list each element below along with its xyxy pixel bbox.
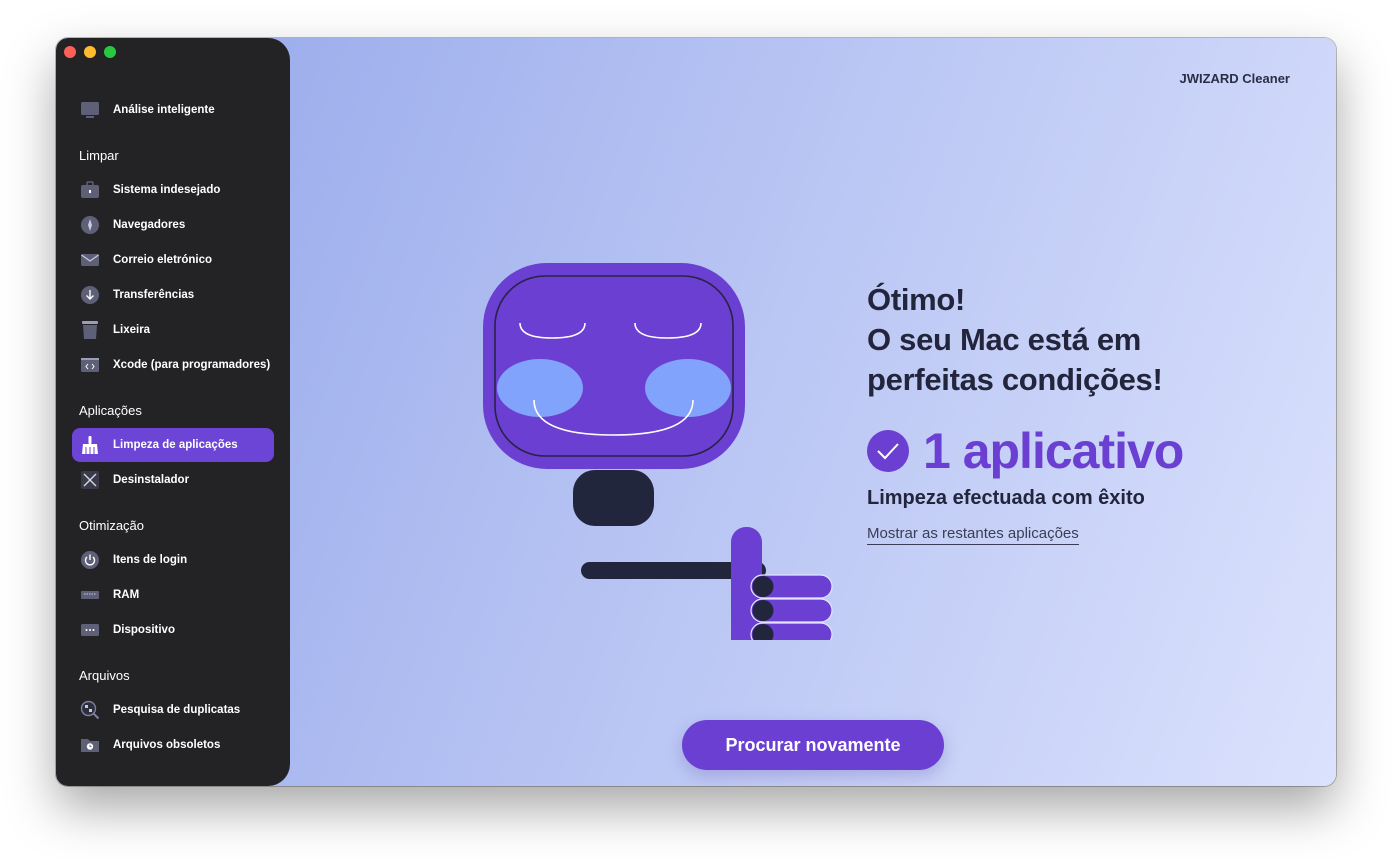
sidebar-item-label: Limpeza de aplicações bbox=[113, 439, 238, 451]
sidebar-item-label: Sistema indesejado bbox=[113, 184, 221, 196]
check-circle-icon bbox=[867, 430, 909, 472]
sidebar-item-system-junk[interactable]: Sistema indesejado bbox=[72, 173, 274, 207]
monitor-icon bbox=[79, 99, 101, 121]
sidebar-item-label: RAM bbox=[113, 589, 140, 601]
old-folder-icon bbox=[79, 734, 101, 756]
sidebar-item-app-cleanup[interactable]: Limpeza de aplicações bbox=[72, 428, 274, 462]
ram-icon bbox=[79, 584, 101, 606]
briefcase-icon bbox=[79, 179, 101, 201]
code-icon bbox=[79, 354, 101, 376]
sidebar-item-mail[interactable]: Correio eletrónico bbox=[72, 243, 274, 277]
section-title-clean: Limpar bbox=[79, 148, 119, 163]
sidebar-item-label: Xcode (para programadores) bbox=[113, 359, 271, 371]
sidebar-item-old-files[interactable]: Arquivos obsoletos bbox=[72, 728, 274, 762]
close-window-button[interactable] bbox=[64, 46, 76, 58]
sidebar-item-uninstaller[interactable]: Desinstalador bbox=[72, 463, 274, 497]
sidebar-item-login-items[interactable]: Itens de login bbox=[72, 543, 274, 577]
sidebar-item-label: Dispositivo bbox=[113, 624, 175, 636]
show-remaining-apps-link[interactable]: Mostrar as restantes aplicações bbox=[867, 525, 1079, 545]
broom-icon bbox=[79, 434, 101, 456]
headline-line-1: Ótimo! bbox=[867, 282, 966, 317]
duplicate-search-icon bbox=[79, 699, 101, 721]
sidebar-item-ram[interactable]: RAM bbox=[72, 578, 274, 612]
sidebar-item-label: Arquivos obsoletos bbox=[113, 739, 221, 751]
sidebar-item-label: Lixeira bbox=[113, 324, 151, 336]
sidebar-item-duplicates[interactable]: Pesquisa de duplicatas bbox=[72, 693, 274, 727]
headline-line-2: O seu Mac está em bbox=[867, 322, 1142, 357]
sidebar-item-device[interactable]: Dispositivo bbox=[72, 613, 274, 647]
sidebar-item-xcode[interactable]: Xcode (para programadores) bbox=[72, 348, 274, 382]
sidebar-item-label: Itens de login bbox=[113, 554, 188, 566]
headline-line-3: perfeitas condições! bbox=[867, 362, 1163, 397]
sidebar: Análise inteligente Limpar Sistema indes… bbox=[56, 38, 290, 786]
compass-icon bbox=[79, 214, 101, 236]
section-title-files: Arquivos bbox=[79, 668, 130, 683]
cleaned-count: 1 aplicativo bbox=[923, 423, 1184, 479]
cleaned-count-row: 1 aplicativo bbox=[867, 422, 1184, 480]
sidebar-item-downloads[interactable]: Transferências bbox=[72, 278, 274, 312]
section-title-optimization: Otimização bbox=[79, 518, 145, 533]
robot-thumbs-up-illustration bbox=[483, 263, 833, 640]
minimize-window-button[interactable] bbox=[84, 46, 96, 58]
app-window: Análise inteligente Limpar Sistema indes… bbox=[56, 38, 1336, 786]
sidebar-item-label: Transferências bbox=[113, 289, 195, 301]
zoom-window-button[interactable] bbox=[104, 46, 116, 58]
sidebar-item-label: Desinstalador bbox=[113, 474, 190, 486]
trash-icon bbox=[79, 319, 101, 341]
uninstall-icon bbox=[79, 469, 101, 491]
section-title-applications: Aplicações bbox=[79, 403, 142, 418]
rescan-button[interactable]: Procurar novamente bbox=[682, 720, 944, 770]
sidebar-item-trash[interactable]: Lixeira bbox=[72, 313, 274, 347]
cleanup-status: Limpeza efectuada com êxito bbox=[867, 487, 1145, 509]
envelope-icon bbox=[79, 249, 101, 271]
sidebar-item-label: Análise inteligente bbox=[113, 104, 215, 116]
sidebar-item-browsers[interactable]: Navegadores bbox=[72, 208, 274, 242]
download-icon bbox=[79, 284, 101, 306]
power-icon bbox=[79, 549, 101, 571]
sidebar-item-smart-scan[interactable]: Análise inteligente bbox=[72, 93, 274, 127]
app-brand: JWIZARD Cleaner bbox=[1179, 71, 1290, 86]
sidebar-item-label: Pesquisa de duplicatas bbox=[113, 704, 241, 716]
result-headline: Ótimo! O seu Mac está em perfeitas condi… bbox=[867, 280, 1163, 400]
sidebar-item-label: Correio eletrónico bbox=[113, 254, 213, 266]
device-icon bbox=[79, 619, 101, 641]
sidebar-item-label: Navegadores bbox=[113, 219, 186, 231]
